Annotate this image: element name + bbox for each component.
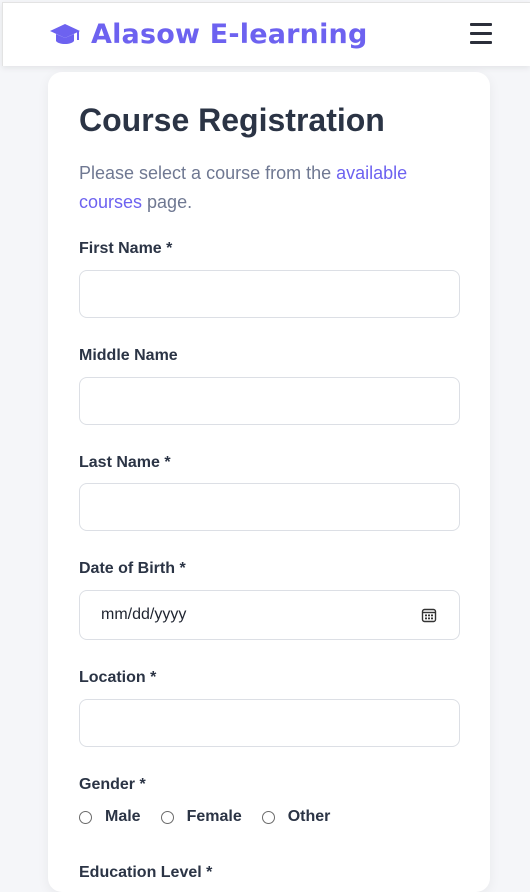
date-of-birth-input[interactable]: mm/dd/yyyy: [79, 590, 460, 640]
middle-name-input[interactable]: [79, 377, 460, 425]
registration-card: Course Registration Please select a cour…: [48, 72, 490, 892]
first-name-input[interactable]: [79, 270, 460, 318]
last-name-label: Last Name *: [79, 454, 171, 471]
intro-text: Please select a course from the availabl…: [79, 163, 408, 212]
gender-option-other[interactable]: Other: [261, 808, 330, 826]
gender-option-female[interactable]: Female: [160, 808, 242, 826]
hamburger-menu-icon[interactable]: [470, 23, 492, 45]
gender-option-male[interactable]: Male: [79, 808, 141, 826]
location-label: Location *: [79, 669, 157, 686]
last-name-input[interactable]: [79, 483, 460, 531]
education-level-label: Education Level *: [79, 864, 213, 881]
gender-radio-group: Male Female Other: [79, 808, 350, 826]
brand-title: Alasow E-learning: [91, 19, 368, 50]
graduation-cap-icon: [50, 23, 80, 44]
radio-female[interactable]: [160, 810, 174, 824]
location-input[interactable]: [79, 699, 460, 747]
date-placeholder: mm/dd/yyyy: [101, 606, 187, 623]
page-title: Course Registration: [79, 102, 385, 138]
date-of-birth-label: Date of Birth *: [79, 560, 186, 577]
top-header: Alasow E-learning: [2, 2, 530, 66]
first-name-label: First Name *: [79, 240, 173, 257]
brand-logo[interactable]: Alasow E-learning: [49, 19, 368, 50]
radio-other[interactable]: [261, 810, 275, 824]
radio-male[interactable]: [79, 810, 92, 824]
gender-label: Gender *: [79, 776, 146, 793]
calendar-icon[interactable]: [421, 607, 437, 623]
middle-name-label: Middle Name: [79, 347, 178, 364]
